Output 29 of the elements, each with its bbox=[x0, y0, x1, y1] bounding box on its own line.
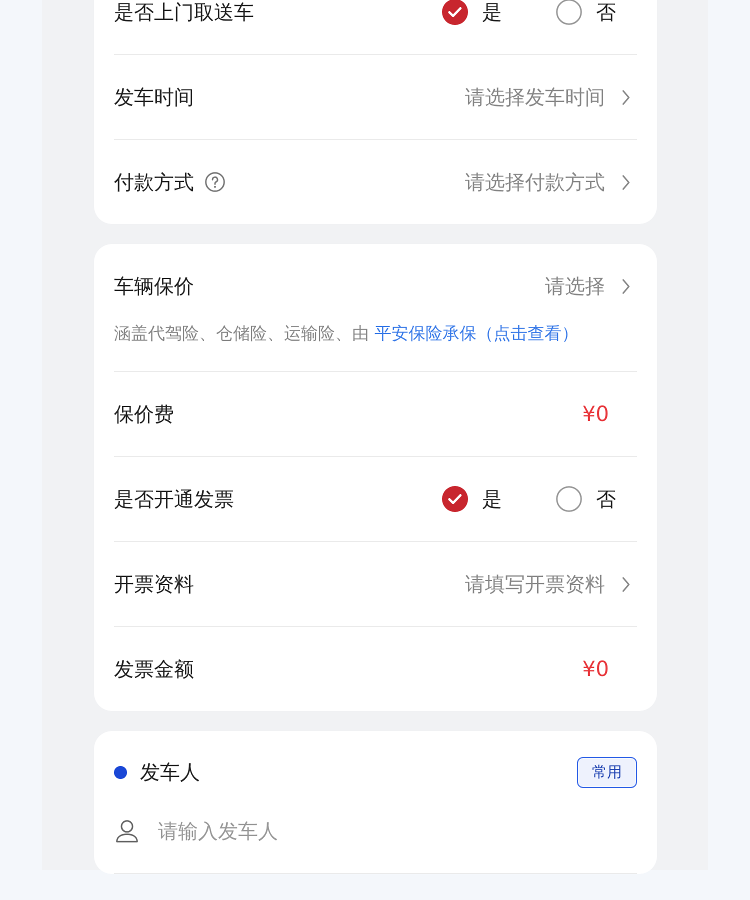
field-label: 是否开通发票 bbox=[114, 486, 234, 512]
field-label: 发车时间 bbox=[114, 84, 194, 110]
field-label: 保价费 bbox=[114, 400, 174, 428]
field-label: 开票资料 bbox=[114, 570, 194, 598]
field-label: 是否上门取送车 bbox=[114, 0, 254, 26]
help-icon[interactable] bbox=[204, 171, 226, 193]
chevron-right-icon bbox=[621, 576, 631, 592]
radio-option[interactable]: 是 bbox=[442, 0, 502, 26]
select-field[interactable]: 请选择发车时间 bbox=[465, 84, 637, 110]
radio-option[interactable]: 否 bbox=[556, 486, 616, 512]
chevron-right-icon bbox=[621, 278, 631, 294]
radio-option[interactable]: 否 bbox=[556, 0, 616, 26]
radio-option[interactable]: 是 bbox=[442, 486, 502, 512]
amount-value: ¥0 bbox=[582, 402, 609, 426]
person-icon bbox=[114, 819, 140, 843]
sender-input[interactable]: 请输入发车人 bbox=[158, 819, 637, 843]
insurance-note: 涵盖代驾险、仓储险、运输险、由 平安保险承保（点击查看） bbox=[114, 323, 580, 346]
field-label: 发票金额 bbox=[114, 656, 194, 682]
select-field[interactable]: 请选择付款方式 bbox=[465, 168, 637, 196]
select-field[interactable]: 请填写开票资料 bbox=[465, 570, 637, 598]
insurer-link[interactable]: 平安保险承保（点击查看） bbox=[374, 324, 578, 344]
chevron-right-icon bbox=[621, 88, 631, 106]
field-label: 付款方式 bbox=[114, 168, 194, 196]
field-label: 车辆保价 bbox=[114, 272, 194, 300]
favorites-button[interactable]: 常用 bbox=[577, 756, 637, 788]
chevron-right-icon bbox=[621, 174, 631, 190]
section-title: 发车人 bbox=[140, 758, 200, 786]
select-field[interactable]: 请选择 bbox=[545, 272, 637, 300]
amount-value: ¥0 bbox=[582, 657, 609, 681]
